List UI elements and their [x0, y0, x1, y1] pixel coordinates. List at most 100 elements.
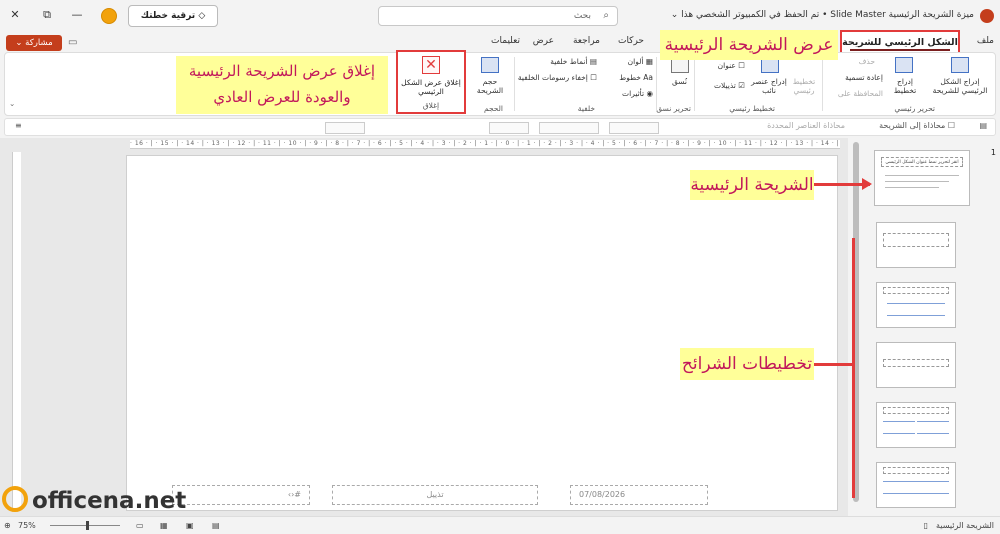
diamond-icon: ◇: [195, 11, 206, 21]
colors-button[interactable]: ▦ ألوان: [628, 57, 653, 66]
logo-ring-icon: [2, 486, 28, 512]
colors-icon: ▦: [643, 57, 653, 66]
group-background-label: خلفية: [577, 104, 595, 113]
preserve-button[interactable]: المحافظة على: [838, 89, 883, 98]
thumb-title-box: [883, 233, 949, 247]
slideshow-icon[interactable]: ▤: [212, 521, 220, 530]
tab-animations[interactable]: حركات: [618, 36, 644, 46]
arrow-layouts: [814, 363, 854, 366]
layouts-bracket: [852, 238, 855, 498]
restore-icon[interactable]: ⧉: [40, 8, 54, 22]
zoom-level[interactable]: 75%: [18, 521, 36, 530]
ribbon-divider: [822, 57, 823, 111]
tab-help[interactable]: تعليمات: [491, 36, 520, 46]
fonts-button[interactable]: Aa خطوط: [619, 73, 653, 82]
font-size-field[interactable]: [489, 122, 529, 134]
close-master-view-button[interactable]: ✕ إغلاق عرض الشكل الرئيسي إغلاق: [396, 50, 466, 114]
thumb-title-box: [883, 287, 949, 294]
rename-button[interactable]: إعادة تسمية: [845, 73, 883, 82]
toolbar-more-icon[interactable]: ≡: [15, 121, 22, 130]
thumb-line: [885, 175, 959, 176]
hide-background-checkbox[interactable]: ☐ إخفاء رسومات الخلفية: [518, 73, 597, 82]
comment-icon[interactable]: ▭: [68, 37, 77, 48]
font-name-field[interactable]: [325, 122, 365, 134]
themes-button[interactable]: نُسق: [672, 77, 687, 86]
layout-thumbnail[interactable]: [876, 462, 956, 508]
layout-thumbnail[interactable]: [876, 222, 956, 268]
fit-slide-icon[interactable]: ⊕: [4, 521, 11, 530]
layout-thumbnail[interactable]: [876, 402, 956, 448]
zoom-slider[interactable]: [50, 525, 120, 526]
fonts-icon: Aa: [640, 73, 653, 82]
thumb-line: [917, 433, 949, 434]
thumb-title-box: [883, 407, 949, 414]
search-box[interactable]: ⌕ بحث: [378, 6, 618, 26]
thumb-line: [883, 433, 915, 434]
upgrade-plan-button[interactable]: ◇ ترقية خطتك: [128, 5, 218, 27]
document-title[interactable]: ميزة الشريحة الرئيسية Slide Master • تم …: [671, 10, 974, 20]
footers-checkbox-label: تذييلات: [713, 81, 736, 90]
footers-checkbox[interactable]: ☑ تذييلات: [714, 81, 745, 90]
align-to-slide-checkbox[interactable]: ☐ محاذاة إلى الشريحة: [879, 121, 955, 130]
upgrade-label: ترقية خطتك: [140, 11, 196, 21]
thumb-line: [883, 481, 949, 482]
callout-close-line1: إغلاق عرض الشريحة الرئيسية: [188, 62, 376, 80]
date-placeholder[interactable]: 07/08/2026: [570, 485, 708, 505]
master-slide-thumbnail[interactable]: انقر لتحرير نمط عنوان الشكل الرئيسي: [874, 150, 970, 206]
background-styles-button[interactable]: ▤ أنماط خلفية: [550, 57, 597, 66]
title-bar: ميزة الشريحة الرئيسية Slide Master • تم …: [0, 0, 1000, 32]
tab-file[interactable]: ملف: [977, 36, 994, 46]
ribbon-collapse-icon[interactable]: ⌄: [9, 99, 15, 108]
slide-size-button[interactable]: حجم الشريحة: [471, 77, 509, 96]
insert-placeholder-button[interactable]: إدراج عنصر نائب: [751, 77, 787, 96]
layout-thumbnail[interactable]: [876, 282, 956, 328]
thumbnail-pane[interactable]: 1 انقر لتحرير نمط عنوان الشكل الرئيسي: [862, 138, 1000, 516]
slide-canvas[interactable]: [126, 155, 838, 511]
accessibility-icon[interactable]: ▯: [924, 521, 928, 530]
title-checkbox-label: عنوان: [717, 61, 736, 70]
master-thumb-title: انقر لتحرير نمط عنوان الشكل الرئيسي: [881, 157, 963, 167]
group-close-label: إغلاق: [422, 101, 440, 110]
close-master-icon: ✕: [422, 56, 440, 74]
vertical-ruler: [12, 152, 21, 510]
slide-sorter-icon[interactable]: ▦: [160, 521, 168, 530]
normal-view-icon[interactable]: ▭: [136, 521, 144, 530]
minimize-icon[interactable]: —: [70, 8, 84, 21]
avatar[interactable]: [101, 8, 117, 24]
effects-button[interactable]: ◉ تأثيرات: [622, 89, 653, 98]
shape-width-field[interactable]: [609, 122, 659, 134]
slide-size-icon: [481, 57, 499, 73]
tab-view[interactable]: عرض: [533, 36, 554, 46]
master-layout-button[interactable]: تخطيط رئيسي: [789, 77, 819, 96]
thumb-title-box: [883, 467, 949, 474]
ribbon-divider: [656, 57, 657, 111]
drawing-toolbar: ☐ محاذاة إلى الشريحة محاذاة العناصر المح…: [4, 118, 996, 136]
layout-thumbnail[interactable]: [876, 342, 956, 388]
logo-text: officena.net: [32, 488, 187, 514]
tab-review[interactable]: مراجعة: [573, 36, 600, 46]
arrowhead: [862, 178, 872, 190]
title-checkbox[interactable]: ☐ عنوان: [718, 61, 745, 70]
effects-icon: ◉: [644, 89, 653, 98]
delete-button[interactable]: حذف: [859, 57, 875, 66]
reading-view-icon[interactable]: ▣: [186, 521, 194, 530]
shape-height-field[interactable]: [539, 122, 599, 134]
thumb-line: [887, 315, 945, 316]
close-master-label: إغلاق عرض الشكل الرئيسي: [401, 78, 461, 96]
status-view-label: الشريحة الرئيسية: [936, 521, 994, 530]
format-icon[interactable]: ▤: [979, 121, 987, 130]
colors-label: ألوان: [627, 57, 644, 66]
insert-layout-button[interactable]: إدراج تخطيط: [885, 77, 925, 96]
background-styles-icon: ▤: [587, 57, 597, 66]
officena-logo: officena.net: [2, 486, 186, 520]
ribbon-divider: [514, 57, 515, 111]
zoom-slider-handle[interactable]: [86, 521, 89, 530]
share-button[interactable]: مشاركة ⌄: [6, 35, 62, 51]
slide-number-placeholder[interactable]: #‹›: [172, 485, 310, 505]
master-slide-number: 1: [990, 148, 996, 157]
thumb-line: [883, 421, 915, 422]
footer-placeholder[interactable]: تذييل: [332, 485, 538, 505]
align-selected-button[interactable]: محاذاة العناصر المحددة: [767, 121, 845, 130]
insert-master-button[interactable]: إدراج الشكل الرئيسي للشريحة: [931, 77, 989, 96]
close-icon[interactable]: ✕: [8, 8, 22, 21]
